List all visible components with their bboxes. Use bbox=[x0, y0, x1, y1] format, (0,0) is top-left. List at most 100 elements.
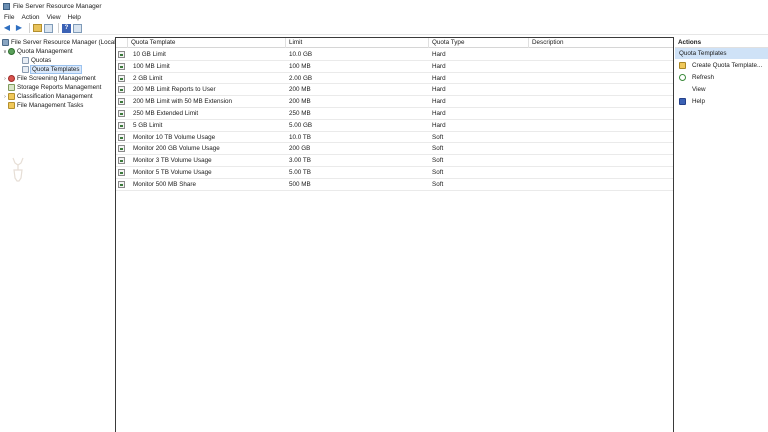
forward-arrow-icon[interactable]: ▶ bbox=[14, 23, 24, 33]
cell-quota-template: 250 MB Extended Limit bbox=[133, 110, 199, 117]
action-pane-icon[interactable] bbox=[73, 23, 82, 33]
quota-template-icon bbox=[118, 110, 125, 117]
column-header-quota-template[interactable]: Quota Template bbox=[128, 38, 286, 48]
storage-report-icon bbox=[8, 84, 15, 91]
cell-quota-type: Soft bbox=[432, 180, 444, 188]
table-row[interactable]: 200 MB Limit with 50 MB Extension 200 MB H… bbox=[116, 96, 673, 108]
cell-quota-template: Monitor 200 GB Volume Usage bbox=[133, 145, 220, 153]
table-row[interactable]: Monitor 5 TB Volume Usage 5.00 TB Soft bbox=[116, 167, 673, 179]
quota-template-icon bbox=[118, 74, 125, 82]
action-label: Help bbox=[692, 97, 705, 105]
action-label: View bbox=[692, 85, 706, 93]
quota-template-icon bbox=[118, 86, 125, 94]
cell-quota-template: 2 GB Limit bbox=[133, 74, 163, 82]
cell-description bbox=[529, 167, 532, 178]
quota-template-icon bbox=[118, 157, 125, 165]
tree-item-quota-templates[interactable]: Quota Templates bbox=[22, 65, 82, 74]
view-spacer bbox=[679, 86, 686, 93]
cell-description bbox=[529, 143, 532, 154]
action-view[interactable]: View bbox=[675, 83, 768, 95]
cell-limit: 200 MB bbox=[289, 86, 311, 94]
cell-quota-type: Soft bbox=[432, 145, 444, 153]
cell-limit: 10.0 TB bbox=[289, 133, 311, 141]
column-header-description[interactable]: Description bbox=[529, 38, 673, 48]
quota-template-icon bbox=[118, 62, 125, 70]
quota-template-icon bbox=[118, 169, 125, 176]
cell-quota-template: 10 GB Limit bbox=[133, 51, 166, 58]
cell-description bbox=[529, 61, 532, 72]
action-create-quota-template[interactable]: Create Quota Template... bbox=[675, 59, 768, 71]
tree-item-file-screening[interactable]: › File Screening Management bbox=[2, 74, 96, 83]
window-title: File Server Resource Manager bbox=[13, 2, 102, 10]
cell-quota-type: Soft bbox=[432, 133, 444, 141]
action-label: Create Quota Template... bbox=[692, 61, 763, 69]
table-row[interactable]: 2 GB Limit 2.00 GB Hard bbox=[116, 73, 673, 85]
quotas-icon bbox=[22, 57, 29, 64]
cell-quota-type: Hard bbox=[432, 86, 446, 94]
console-tree: File Server Resource Manager (Local) ∨ Q… bbox=[0, 36, 118, 432]
cell-quota-template: 200 MB Limit Reports to User bbox=[133, 86, 216, 94]
cell-quota-template: 100 MB Limit bbox=[133, 62, 170, 70]
server-icon bbox=[2, 39, 9, 46]
classification-icon bbox=[8, 93, 15, 100]
cell-quota-template: Monitor 3 TB Volume Usage bbox=[133, 157, 212, 165]
actions-pane: Actions Quota Templates Create Quota Tem… bbox=[675, 37, 768, 432]
action-label: Refresh bbox=[692, 73, 715, 81]
cell-description bbox=[529, 49, 532, 60]
table-row[interactable]: Monitor 10 TB Volume Usage 10.0 TB Soft bbox=[116, 132, 673, 144]
quota-templates-icon bbox=[22, 66, 29, 73]
tree-item-label: File Management Tasks bbox=[17, 102, 84, 109]
actions-section-quota-templates[interactable]: Quota Templates bbox=[675, 48, 768, 59]
table-row[interactable]: 5 GB Limit 5.00 GB Hard bbox=[116, 120, 673, 132]
deer-watermark-icon bbox=[12, 157, 24, 182]
cell-description bbox=[529, 132, 532, 143]
table-row[interactable]: Monitor 200 GB Volume Usage 200 GB Soft bbox=[116, 143, 673, 156]
cell-quota-type: Hard bbox=[432, 74, 446, 82]
tree-item-storage-reports[interactable]: Storage Reports Management bbox=[2, 83, 101, 92]
back-arrow-icon[interactable]: ◀ bbox=[2, 23, 12, 33]
column-header-quota-type[interactable]: Quota Type bbox=[429, 38, 529, 48]
menu-action[interactable]: Action bbox=[21, 14, 39, 21]
tree-item-quota-management[interactable]: ∨ Quota Management bbox=[2, 47, 73, 56]
cell-limit: 100 MB bbox=[289, 62, 311, 70]
action-refresh[interactable]: Refresh bbox=[675, 71, 768, 83]
table-row[interactable]: 250 MB Extended Limit 250 MB Hard bbox=[116, 108, 673, 120]
quota-template-icon bbox=[118, 133, 125, 141]
toolbar-separator bbox=[29, 23, 30, 33]
cell-description bbox=[529, 96, 532, 107]
quota-template-icon bbox=[118, 180, 125, 188]
quota-template-icon bbox=[118, 121, 125, 129]
menu-help[interactable]: Help bbox=[68, 14, 81, 21]
cell-limit: 500 MB bbox=[289, 180, 311, 188]
cell-description bbox=[529, 179, 532, 190]
help-icon[interactable]: ? bbox=[62, 23, 71, 33]
cell-description bbox=[529, 120, 532, 131]
table-row[interactable]: Monitor 500 MB Share 500 MB Soft bbox=[116, 179, 673, 191]
show-hide-tree-icon[interactable] bbox=[44, 23, 53, 33]
tree-item-file-tasks[interactable]: File Management Tasks bbox=[2, 101, 83, 110]
menu-view[interactable]: View bbox=[47, 14, 61, 21]
tree-item-label: Classification Management bbox=[17, 93, 93, 100]
table-row[interactable]: Monitor 3 TB Volume Usage 3.00 TB Soft bbox=[116, 155, 673, 167]
tree-item-quotas[interactable]: Quotas bbox=[22, 56, 51, 65]
results-pane: Quota Template Limit Quota Type Descript… bbox=[115, 37, 674, 432]
up-folder-icon[interactable] bbox=[33, 24, 42, 32]
table-row[interactable]: 200 MB Limit Reports to User 200 MB Hard bbox=[116, 84, 673, 97]
cell-quota-type: Hard bbox=[432, 121, 446, 129]
column-header-limit[interactable]: Limit bbox=[286, 38, 429, 48]
tree-item-root[interactable]: File Server Resource Manager (Local) bbox=[2, 38, 118, 47]
cell-description bbox=[529, 73, 532, 84]
cell-quota-type: Hard bbox=[432, 62, 446, 70]
cell-limit: 5.00 GB bbox=[289, 121, 313, 129]
cell-limit: 200 GB bbox=[289, 145, 311, 153]
table-row[interactable]: 100 MB Limit 100 MB Hard bbox=[116, 61, 673, 73]
action-help[interactable]: Help bbox=[675, 95, 768, 107]
toolbar: ◀ ▶ ? bbox=[0, 22, 768, 35]
cell-limit: 2.00 GB bbox=[289, 74, 313, 82]
title-bar: File Server Resource Manager bbox=[0, 0, 768, 12]
cell-limit: 200 MB bbox=[289, 98, 311, 106]
cell-description bbox=[529, 108, 532, 119]
tree-item-classification[interactable]: › Classification Management bbox=[2, 92, 93, 101]
table-row[interactable]: 10 GB Limit 10.0 GB Hard bbox=[116, 49, 673, 61]
menu-file[interactable]: File bbox=[4, 14, 14, 21]
